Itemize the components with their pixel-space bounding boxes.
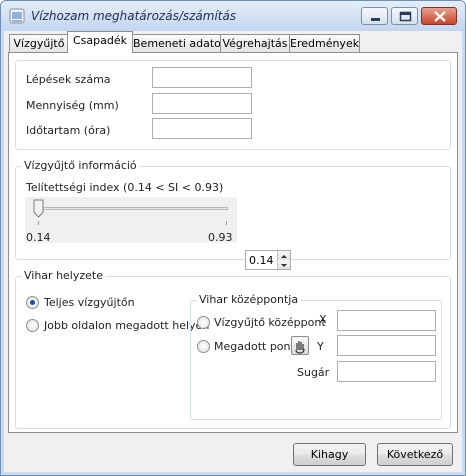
slider-min-label: 0.14 [26,231,51,244]
catchment-info-group: Vízgyűjtő információ Telítettségi index … [15,159,451,260]
title-bar[interactable]: Vízhozam meghatározás/számítás [1,1,465,31]
next-button[interactable]: Következő [377,443,453,466]
minimize-button[interactable] [361,7,388,25]
minimize-icon [371,18,380,21]
close-icon [434,11,446,22]
saturation-index-label: Telítettségi index (0.14 < SI < 0.93) [26,181,224,194]
client-area: Vízgyűjtő Csapadék Bemeneti adatok Végre… [4,31,462,472]
amount-label: Mennyiség (mm) [26,99,119,112]
close-button[interactable] [421,7,457,25]
slider-tick-max [226,221,227,225]
y-label: Y [317,340,324,353]
slider-thumb[interactable] [33,199,44,218]
tab-panel-csapadek: Lépések száma Mennyiség (mm) Időtartam (… [8,52,458,433]
tab-bemeneti-adatok[interactable]: Bemeneti adatok [132,34,227,52]
amount-input[interactable] [152,93,252,114]
saturation-spinbox-value: 0.14 [249,254,274,267]
slider-tick-min [38,221,39,225]
tab-vegrehajtas[interactable]: Végrehajtás [220,34,290,52]
slider-max-label: 0.93 [208,231,233,244]
duration-input[interactable] [152,118,252,139]
radius-input[interactable] [337,361,436,382]
app-icon [9,8,25,24]
pick-point-icon [295,341,305,354]
steps-label: Lépések száma [26,73,111,86]
skip-button[interactable]: Kihagy [293,443,366,466]
x-label: X [319,313,327,326]
steps-input[interactable] [152,67,252,88]
y-input[interactable] [337,335,436,356]
radio-full-catchment-label[interactable]: Teljes vízgyűjtőn [44,296,135,309]
app-window: Vízhozam meghatározás/számítás Vízgyűjtő… [0,0,466,476]
radio-right-side[interactable] [26,319,39,332]
tab-eredmenyek[interactable]: Eredmények [289,34,360,52]
radio-given-point[interactable] [197,340,210,353]
tab-csapadek[interactable]: Csapadék [67,31,133,53]
storm-center-legend: Vihar középpontja [197,293,301,306]
spin-up-button[interactable] [277,251,290,260]
radio-right-side-label[interactable]: Jobb oldalon megadott helyen [44,319,209,332]
radius-label: Sugár [297,366,330,379]
duration-label: Időtartam (óra) [26,124,111,137]
spin-down-icon [281,264,287,267]
radio-given-point-label[interactable]: Megadott pont [214,340,295,353]
slider-track[interactable] [34,207,228,210]
storm-position-legend: Vihar helyzete [22,269,105,282]
maximize-icon [399,11,412,22]
saturation-spinbox[interactable]: 0.14 [245,250,291,270]
x-input[interactable] [337,310,436,331]
spin-down-button[interactable] [277,260,290,269]
catchment-info-legend: Vízgyűjtő információ [22,159,139,172]
tab-vizgyujto[interactable]: Vízgyűjtő [9,34,69,52]
window-title: Vízhozam meghatározás/számítás [31,9,237,23]
storm-position-group: Vihar helyzete Teljes vízgyűjtőn Jobb ol… [15,269,451,429]
maximize-button[interactable] [391,7,418,25]
slider-area [25,197,237,243]
storm-center-group: Vihar középpontja Vízgyűjtő középpont X … [190,293,442,420]
radio-full-catchment[interactable] [26,296,39,309]
pick-point-button[interactable] [291,336,309,355]
radio-catchment-center[interactable] [197,316,210,329]
radio-catchment-center-label[interactable]: Vízgyűjtő középpont [214,316,326,329]
precipitation-group: Lépések száma Mennyiség (mm) Időtartam (… [15,60,451,150]
